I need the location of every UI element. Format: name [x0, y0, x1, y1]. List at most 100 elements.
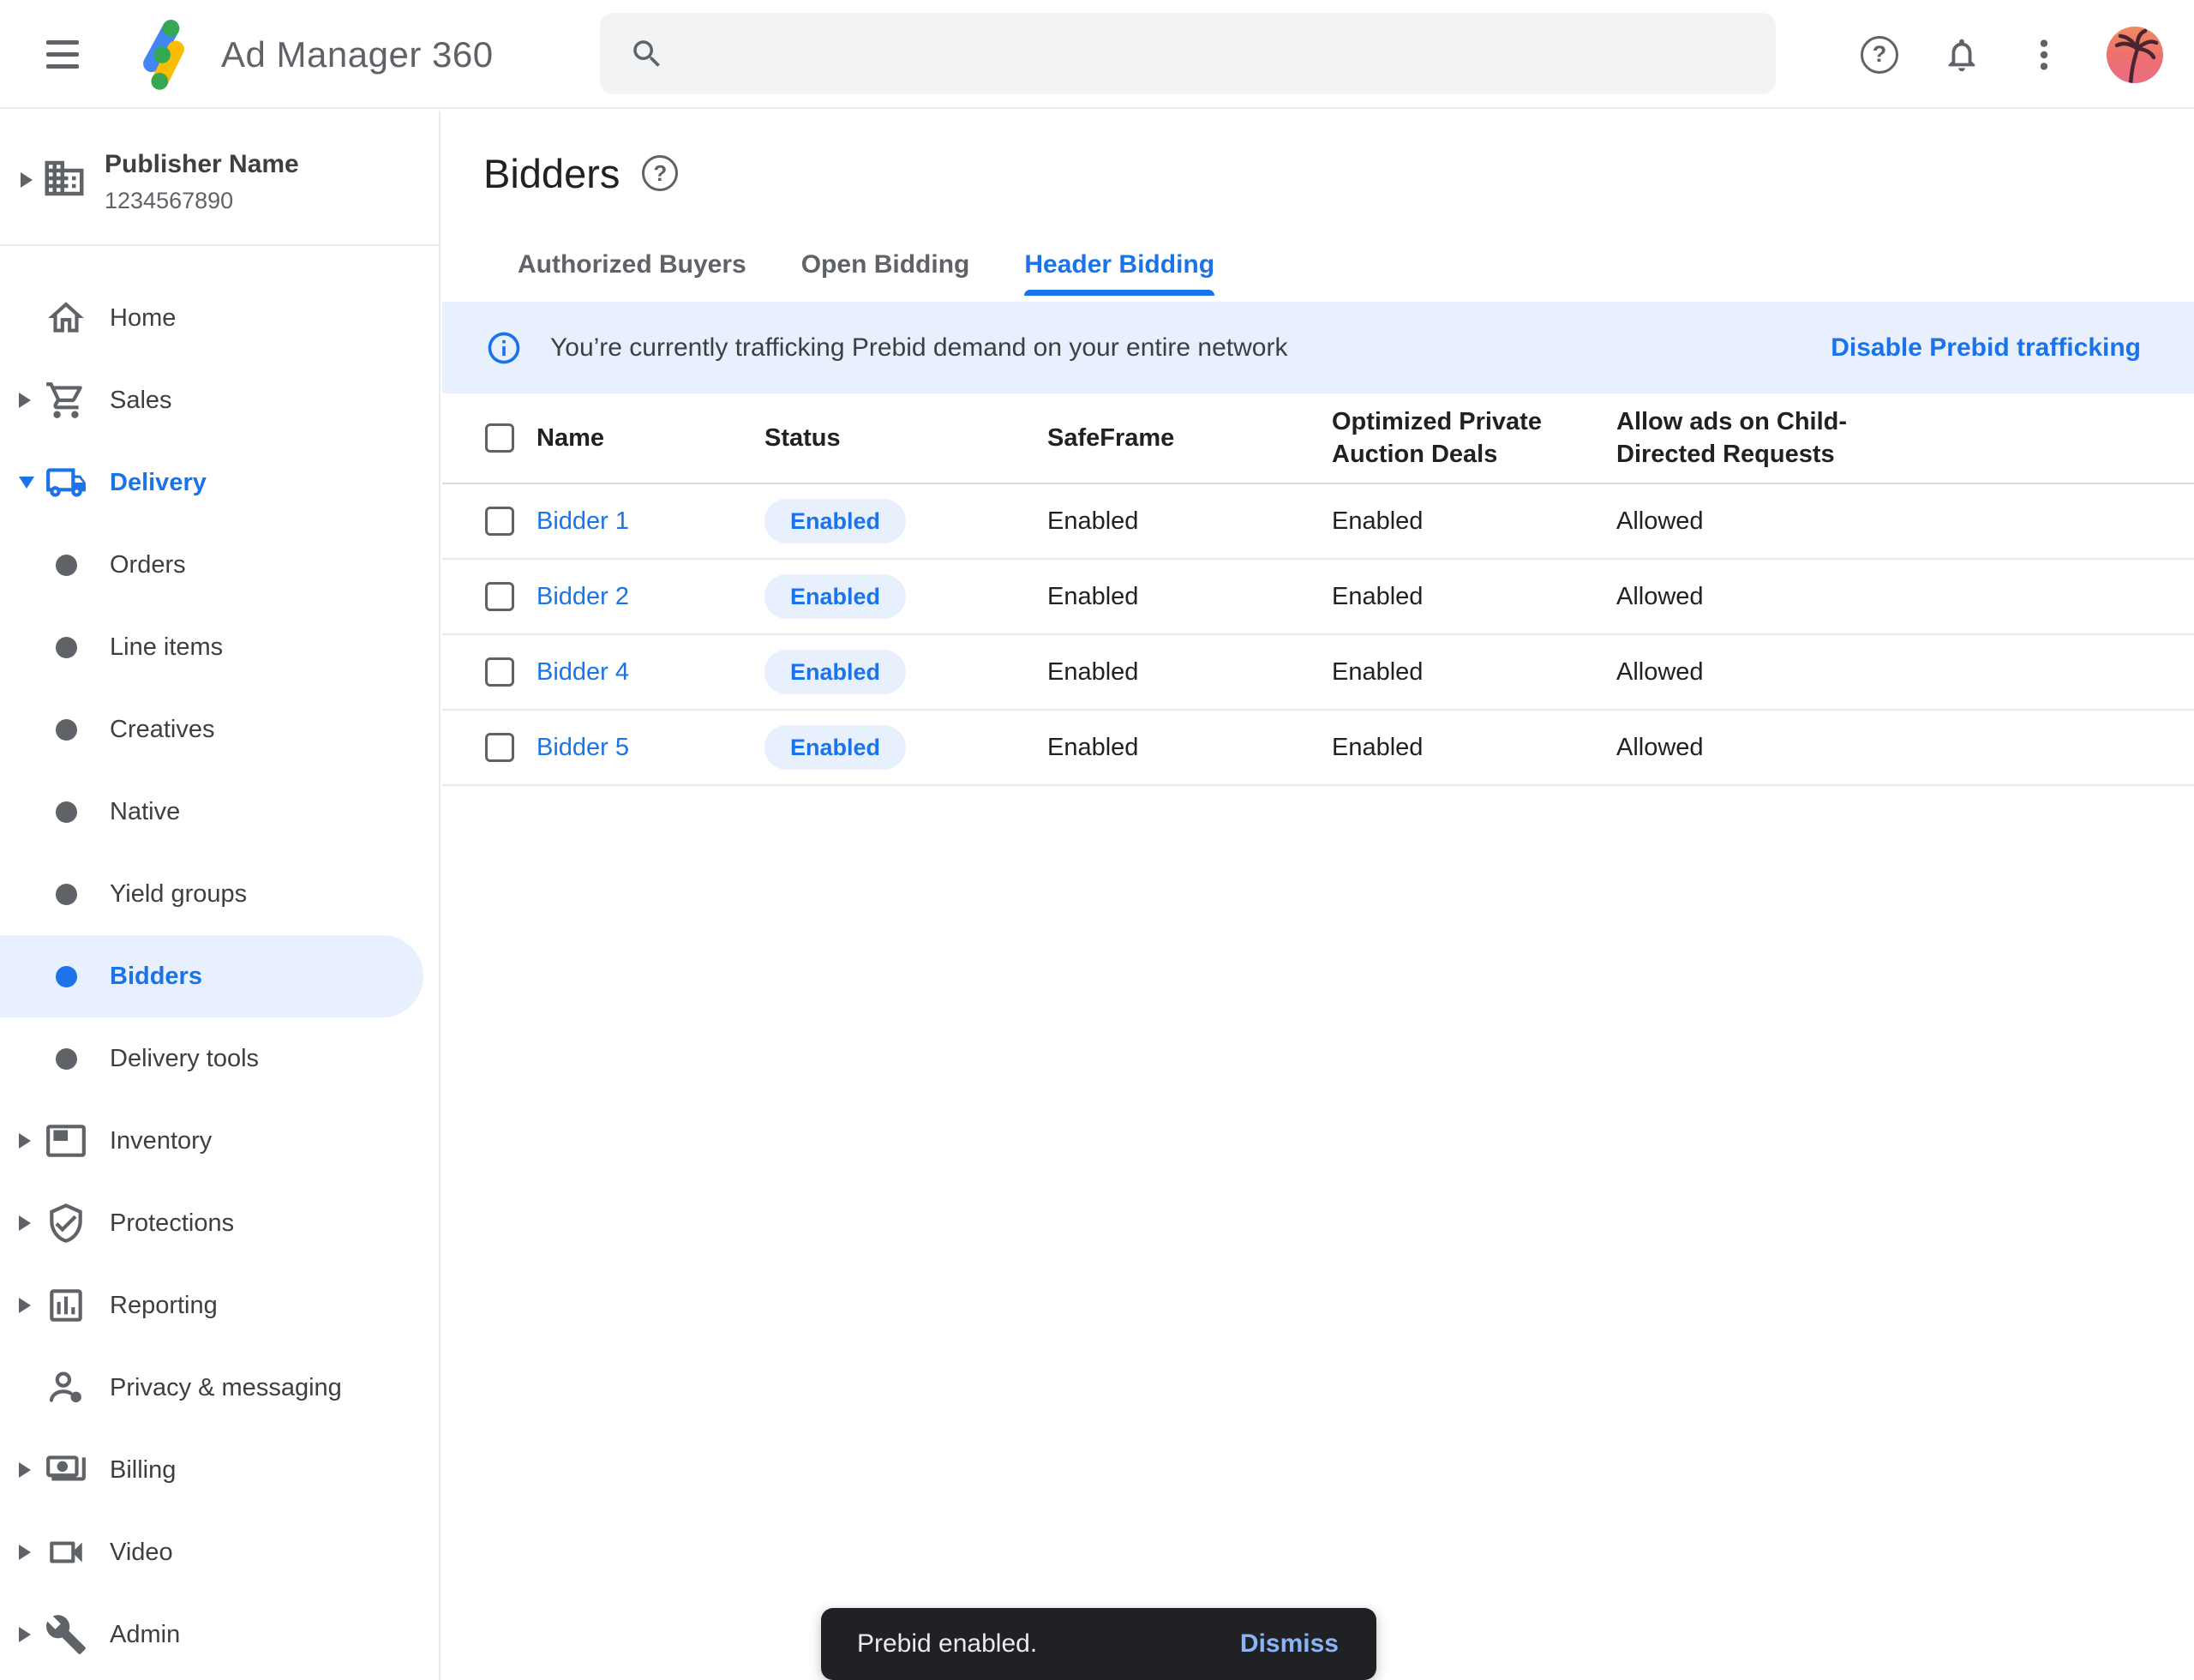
building-icon	[41, 155, 87, 201]
sidebar-item-inventory[interactable]: Inventory	[0, 1100, 439, 1182]
table-row: Bidder 4 Enabled Enabled Enabled Allowed	[442, 635, 2194, 711]
sidebar-item-admin[interactable]: Admin	[0, 1593, 439, 1676]
sidebar-item-protections[interactable]: Protections	[0, 1182, 439, 1264]
sidebar-item-privacy-messaging[interactable]: Privacy & messaging	[0, 1347, 439, 1429]
notifications-icon	[1942, 35, 1981, 75]
tab-open-bidding[interactable]: Open Bidding	[801, 249, 970, 296]
chevron-right-icon[interactable]	[19, 1462, 31, 1478]
palm-tree-silhouette	[2107, 27, 2163, 83]
safeframe-cell: Enabled	[1047, 560, 1138, 633]
notifications-button[interactable]	[1942, 35, 1981, 75]
bidder-link[interactable]: Bidder 2	[537, 583, 629, 611]
page-title: Bidders	[483, 150, 620, 197]
status-badge: Enabled	[764, 725, 906, 770]
chevron-right-icon[interactable]	[19, 1298, 31, 1313]
sidebar-item-reporting[interactable]: Reporting	[0, 1264, 439, 1347]
page-help-icon[interactable]: ?	[642, 155, 678, 191]
ad-manager-logo	[125, 15, 202, 97]
sidebar-item-yield-groups[interactable]: Yield groups	[0, 853, 439, 935]
safeframe-cell: Enabled	[1047, 484, 1138, 558]
column-header-optimized-private-auction-deals: Optimized Private Auction Deals	[1332, 393, 1598, 483]
top-app-bar: Ad Manager 360 ?	[0, 0, 2194, 109]
column-header-name: Name	[537, 393, 604, 483]
shield-icon	[43, 1202, 89, 1245]
account-switcher[interactable]: Publisher Name 1234567890	[0, 111, 439, 246]
table-header-row: Name Status SafeFrame Optimized Private …	[442, 393, 2194, 484]
global-search-bar[interactable]	[600, 13, 1776, 94]
bidder-link[interactable]: Bidder 1	[537, 507, 629, 536]
select-all-checkbox[interactable]	[485, 423, 514, 453]
account-avatar[interactable]	[2107, 27, 2163, 83]
disable-prebid-trafficking-link[interactable]: Disable Prebid trafficking	[1831, 333, 2141, 363]
help-icon: ?	[1861, 36, 1898, 74]
sidebar-item-bidders[interactable]: Bidders	[0, 935, 423, 1017]
network-code: 1234567890	[105, 188, 233, 214]
column-header-child-directed: Allow ads on Child-Directed Requests	[1616, 393, 1899, 483]
sidebar-nav: Home Sales Delivery Orders Line items	[0, 246, 439, 1676]
table-row: Bidder 5 Enabled Enabled Enabled Allowed	[442, 711, 2194, 786]
info-icon	[485, 329, 523, 367]
prebid-info-banner: You’re currently trafficking Prebid dema…	[442, 302, 2194, 393]
child-directed-cell: Allowed	[1616, 560, 1899, 633]
video-camera-icon	[43, 1531, 89, 1574]
sidebar: Publisher Name 1234567890 Home Sales Del…	[0, 111, 441, 1680]
bidder-link[interactable]: Bidder 4	[537, 658, 629, 687]
help-button[interactable]: ?	[1860, 35, 1899, 75]
chevron-right-icon	[21, 172, 33, 188]
sidebar-item-delivery-tools[interactable]: Delivery tools	[0, 1017, 439, 1100]
row-checkbox[interactable]	[485, 582, 514, 611]
bullet-icon	[56, 884, 77, 905]
child-directed-cell: Allowed	[1616, 635, 1899, 709]
sidebar-item-video[interactable]: Video	[0, 1511, 439, 1593]
bullet-icon	[56, 801, 77, 823]
bidder-link[interactable]: Bidder 5	[537, 734, 629, 762]
person-badge-icon	[43, 1366, 89, 1409]
bullet-icon	[56, 966, 77, 987]
child-directed-cell: Allowed	[1616, 484, 1899, 558]
bullet-icon	[56, 555, 77, 576]
truck-icon	[43, 461, 89, 504]
sidebar-item-home[interactable]: Home	[0, 277, 439, 359]
home-icon	[43, 297, 89, 339]
chevron-right-icon[interactable]	[19, 1545, 31, 1560]
sidebar-item-line-items[interactable]: Line items	[0, 606, 439, 688]
dismiss-button[interactable]: Dismiss	[1240, 1629, 1339, 1659]
row-checkbox[interactable]	[485, 507, 514, 536]
safeframe-cell: Enabled	[1047, 635, 1138, 709]
chevron-right-icon[interactable]	[19, 393, 31, 408]
sidebar-item-creatives[interactable]: Creatives	[0, 688, 439, 771]
snackbar-toast: Prebid enabled. Dismiss	[821, 1608, 1376, 1680]
table-row: Bidder 1 Enabled Enabled Enabled Allowed	[442, 484, 2194, 560]
inventory-icon	[43, 1119, 89, 1162]
sidebar-item-billing[interactable]: Billing	[0, 1429, 439, 1511]
billing-icon	[43, 1449, 89, 1491]
safeframe-cell: Enabled	[1047, 711, 1138, 784]
search-input[interactable]	[691, 39, 1750, 69]
sidebar-item-sales[interactable]: Sales	[0, 359, 439, 441]
search-icon	[629, 36, 665, 72]
opad-cell: Enabled	[1332, 635, 1598, 709]
tab-bar: Authorized Buyers Open Bidding Header Bi…	[518, 249, 1214, 296]
publisher-name: Publisher Name	[105, 150, 299, 179]
row-checkbox[interactable]	[485, 657, 514, 687]
hamburger-menu-icon[interactable]	[46, 34, 79, 74]
sidebar-item-delivery[interactable]: Delivery	[0, 441, 439, 524]
bullet-icon	[56, 719, 77, 741]
chevron-down-icon[interactable]	[19, 477, 34, 489]
cart-icon	[43, 379, 89, 422]
child-directed-cell: Allowed	[1616, 711, 1899, 784]
chevron-right-icon[interactable]	[19, 1627, 31, 1642]
more-options-button[interactable]	[2024, 35, 2064, 75]
tab-authorized-buyers[interactable]: Authorized Buyers	[518, 249, 746, 296]
banner-message: You’re currently trafficking Prebid dema…	[550, 333, 1287, 363]
sidebar-item-orders[interactable]: Orders	[0, 524, 439, 606]
bullet-icon	[56, 1048, 77, 1070]
chevron-right-icon[interactable]	[19, 1133, 31, 1149]
sidebar-item-native[interactable]: Native	[0, 771, 439, 853]
reporting-icon	[43, 1284, 89, 1327]
tab-header-bidding[interactable]: Header Bidding	[1024, 249, 1214, 296]
row-checkbox[interactable]	[485, 733, 514, 762]
chevron-right-icon[interactable]	[19, 1215, 31, 1231]
bidders-table: Name Status SafeFrame Optimized Private …	[442, 393, 2194, 786]
status-badge: Enabled	[764, 499, 906, 543]
